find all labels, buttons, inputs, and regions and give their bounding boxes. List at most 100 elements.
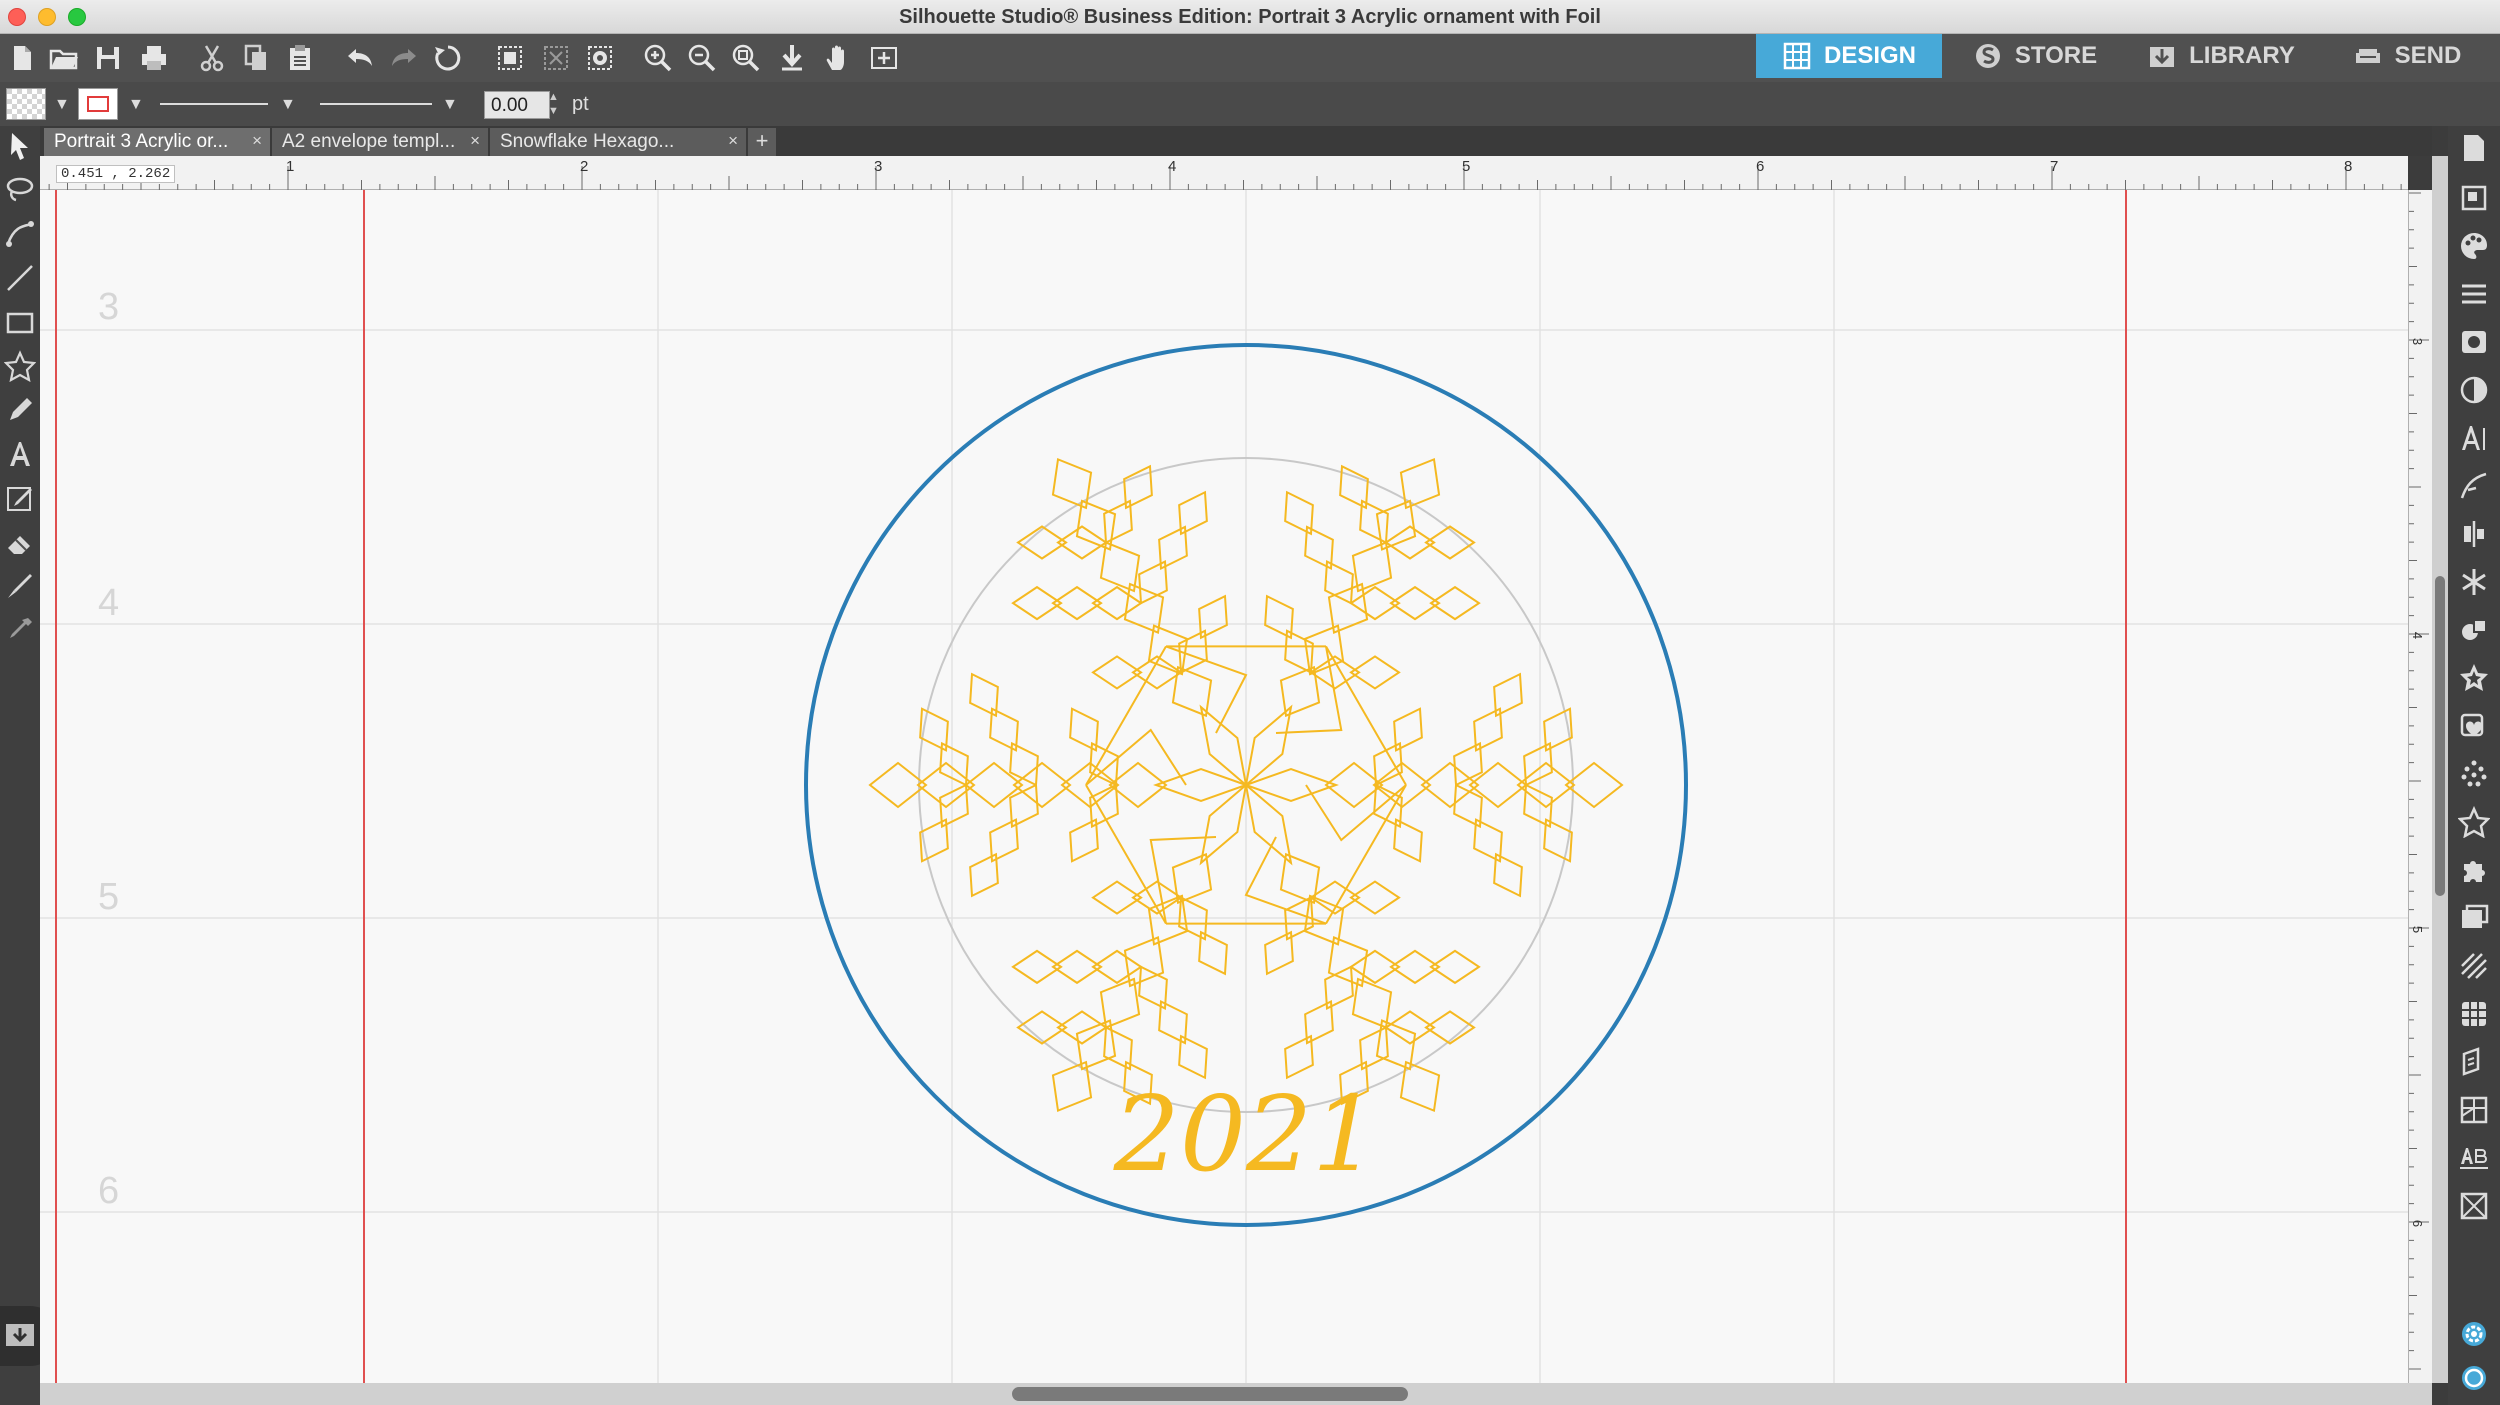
doc-tab-a2-envelope[interactable]: A2 envelope templ... × — [272, 128, 488, 156]
ornament-year-text[interactable]: 2021 — [1113, 1073, 1379, 1195]
text-style-icon[interactable] — [2458, 422, 2490, 454]
tab-send[interactable]: SEND — [2314, 34, 2500, 78]
line-style-panel-icon[interactable] — [2458, 278, 2490, 310]
close-tab-icon[interactable]: × — [252, 131, 262, 151]
pencil-tool-icon[interactable] — [4, 394, 36, 426]
fit-to-page-icon[interactable] — [776, 42, 808, 74]
new-file-icon[interactable] — [6, 42, 38, 74]
ruler-label-5: 5 — [1462, 158, 1471, 175]
line-join-sample[interactable] — [320, 103, 432, 105]
close-tab-icon[interactable]: × — [470, 131, 480, 151]
ruler-label-8: 8 — [2344, 158, 2353, 175]
knife-icon[interactable] — [4, 570, 36, 602]
snowflake-arm — [1244, 457, 1481, 788]
vertical-scrollbar[interactable] — [2432, 156, 2448, 1383]
zoom-out-icon[interactable] — [686, 42, 718, 74]
line-width-input[interactable]: 0.00 — [484, 91, 550, 119]
contrast-icon[interactable] — [2458, 374, 2490, 406]
open-folder-icon[interactable] — [48, 42, 80, 74]
compound-path-icon[interactable] — [584, 42, 616, 74]
doc-tab-snowflake-hexagon[interactable]: Snowflake Hexago... × — [490, 128, 746, 156]
redo-icon[interactable] — [388, 42, 420, 74]
sketch-tool-icon[interactable] — [4, 482, 36, 514]
cut-icon[interactable] — [196, 42, 228, 74]
vruler-label-6: 6 — [2410, 1219, 2426, 1228]
close-tab-icon[interactable]: × — [728, 131, 738, 151]
eraser-icon[interactable] — [4, 526, 36, 558]
line-style-sample[interactable] — [160, 103, 268, 105]
copy-icon[interactable] — [240, 42, 272, 74]
tab-store[interactable]: STORE — [1942, 34, 2128, 78]
horizontal-scroll-thumb[interactable] — [1012, 1387, 1408, 1401]
snowflake-arm — [1011, 782, 1248, 1113]
line-width-stepper[interactable]: ▲ ▼ — [548, 90, 559, 118]
print-icon[interactable] — [138, 42, 170, 74]
fill-palette-icon[interactable] — [2458, 230, 2490, 262]
zoom-selected-icon[interactable] — [730, 42, 762, 74]
point-edit-icon[interactable] — [4, 218, 36, 250]
library-download-icon — [2150, 47, 2175, 67]
page-setup-icon[interactable] — [2458, 132, 2490, 164]
group-icon[interactable] — [494, 42, 526, 74]
replicate-icon[interactable] — [2458, 566, 2490, 598]
font-map-icon[interactable] — [2458, 1142, 2490, 1174]
rhinestone-icon[interactable] — [2458, 758, 2490, 790]
settings-gear-icon[interactable] — [2458, 1318, 2490, 1350]
nesting-icon[interactable] — [2458, 1094, 2490, 1126]
tab-design[interactable]: DESIGN — [1756, 34, 1942, 78]
line-style-dropdown-icon[interactable]: ▼ — [280, 96, 296, 114]
line-join-dropdown-icon[interactable]: ▼ — [442, 96, 458, 114]
vertical-scroll-thumb[interactable] — [2435, 576, 2445, 896]
text-tool-icon[interactable] — [4, 438, 36, 470]
modify-icon[interactable] — [2458, 614, 2490, 646]
line-color-swatch[interactable] — [78, 88, 118, 120]
property-bar: ▼ ▼ ▼ ▼ 0.00 ▲ ▼ pt — [0, 82, 2500, 126]
vruler-label-4: 4 — [2410, 631, 2426, 640]
ungroup-icon[interactable] — [540, 42, 572, 74]
line-color-dropdown-icon[interactable]: ▼ — [128, 96, 144, 114]
lasso-icon[interactable] — [4, 174, 36, 206]
fill-color-dropdown-icon[interactable]: ▼ — [54, 96, 70, 114]
undo-icon[interactable] — [344, 42, 376, 74]
rectangle-tool-icon[interactable] — [4, 306, 36, 338]
image-effects-icon[interactable] — [2458, 326, 2490, 358]
add-tab-button[interactable]: + — [748, 128, 776, 156]
print-cut-icon[interactable] — [2458, 1190, 2490, 1222]
line-width-unit: pt — [572, 93, 589, 115]
help-icon[interactable] — [2458, 1362, 2490, 1394]
horizontal-scrollbar[interactable] — [40, 1383, 2432, 1405]
transform-icon[interactable] — [2458, 182, 2490, 214]
trace-icon[interactable] — [2458, 710, 2490, 742]
design-canvas[interactable]: 2021 3 4 5 6 — [40, 190, 2408, 1383]
library-grid-icon[interactable] — [2458, 998, 2490, 1030]
puzzle-icon[interactable] — [2458, 854, 2490, 886]
sketch-fill-icon[interactable] — [2458, 950, 2490, 982]
redraw-icon[interactable] — [432, 42, 464, 74]
polygon-star-icon[interactable] — [3, 350, 37, 383]
font-path-icon[interactable] — [2458, 470, 2490, 502]
align-icon[interactable] — [2458, 518, 2490, 550]
save-icon[interactable] — [92, 42, 124, 74]
snowflake-arm — [1011, 457, 1326, 788]
select-arrow-icon[interactable] — [4, 130, 36, 162]
layers-icon[interactable] — [2458, 1046, 2490, 1078]
zoom-in-icon[interactable] — [642, 42, 674, 74]
canvas-grid — [40, 190, 2408, 1383]
line-tool-icon[interactable] — [4, 262, 36, 294]
eyedropper-icon[interactable] — [4, 614, 36, 646]
doc-tab-portrait-ornament[interactable]: Portrait 3 Acrylic or... × — [44, 128, 270, 156]
fill-color-swatch[interactable] — [6, 88, 46, 120]
add-page-icon[interactable] — [868, 42, 900, 74]
ruler-label-6: 6 — [1756, 158, 1765, 175]
pixscan-icon[interactable] — [2458, 902, 2490, 934]
ruler-label-4: 4 — [1168, 158, 1177, 175]
offset-star-icon[interactable] — [2458, 662, 2490, 694]
pan-hand-icon[interactable] — [822, 42, 854, 74]
page-number-6: 6 — [98, 1170, 120, 1212]
favorite-star-icon[interactable] — [2457, 805, 2491, 839]
tab-library[interactable]: LIBRARY — [2128, 34, 2314, 78]
vertical-ruler[interactable] — [2408, 190, 2432, 1383]
right-panel-toolbar — [2448, 126, 2500, 1405]
grid-icon — [1783, 42, 1811, 70]
paste-icon[interactable] — [284, 42, 316, 74]
